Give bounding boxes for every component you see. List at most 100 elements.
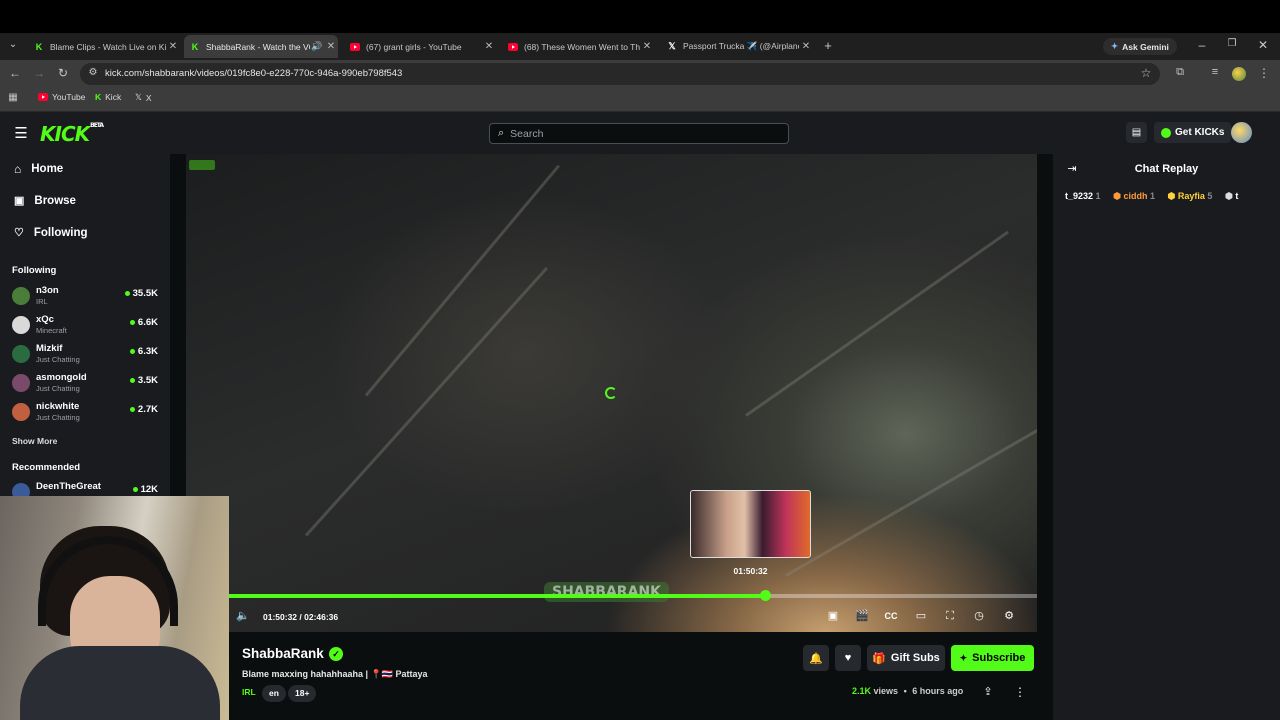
kick-logo[interactable]: KICKBETA — [40, 122, 104, 146]
verified-badge-icon: ✓ — [329, 647, 343, 661]
gift-subs-button[interactable]: 🎁 Gift Subs — [867, 645, 945, 671]
show-more-link[interactable]: Show More — [12, 436, 57, 446]
youtube-icon — [350, 42, 360, 52]
get-kicks-button[interactable]: Get KICKs — [1154, 122, 1232, 143]
layout-toggle-button[interactable]: ▤ — [1126, 122, 1147, 143]
tab-shabbarank[interactable]: K ShabbaRank - Watch the VOD 🔊 ✕ — [184, 35, 338, 58]
volume-icon[interactable]: 🔈 — [235, 608, 251, 624]
close-tab-icon[interactable]: ✕ — [482, 41, 496, 52]
video-player[interactable]: SHABBARANK — [186, 154, 1037, 632]
new-tab-icon[interactable]: + — [820, 38, 836, 53]
following-channel-xqc[interactable]: xQc Minecraft 6.6K — [12, 314, 162, 342]
theater-mode-icon[interactable]: ▭ — [913, 608, 929, 624]
tab-blame-clips[interactable]: K Blame Clips - Watch Live on Kick ✕ — [28, 35, 180, 58]
live-dot-icon — [129, 320, 135, 325]
site-info-icon[interactable]: ⚙ — [85, 67, 101, 78]
menu-kebab-icon[interactable]: ⋮ — [1256, 66, 1272, 80]
close-tab-icon[interactable]: ✕ — [640, 41, 654, 52]
gift-badge-icon: ⬢ — [1113, 191, 1121, 201]
tab-grant-girls[interactable]: (67) grant girls - YouTube ✕ — [344, 35, 496, 58]
tab-search-icon[interactable]: ⌄ — [5, 39, 21, 50]
gifter-name[interactable]: t_9232 — [1065, 191, 1093, 201]
recommended-heading: Recommended — [12, 462, 81, 473]
search-input[interactable]: ⌕ Search — [489, 123, 789, 144]
views-word: views — [873, 686, 899, 696]
live-dot-icon — [129, 378, 135, 383]
gift-badge-icon: ⬢ — [1224, 191, 1233, 201]
mini-player-icon[interactable]: ▣ — [825, 608, 841, 624]
webcam-overlay — [0, 496, 229, 720]
follow-heart-button[interactable]: ♥ — [835, 645, 861, 671]
share-icon[interactable]: ⇪ — [980, 685, 996, 698]
close-tab-icon[interactable]: ✕ — [324, 41, 338, 52]
fullscreen-icon[interactable]: ⛶ — [942, 608, 958, 624]
gemini-label: Ask Gemini — [1122, 41, 1169, 52]
hamburger-menu-icon[interactable]: ☰ — [13, 124, 29, 142]
chat-title: Chat Replay — [1134, 163, 1199, 175]
profile-avatar[interactable] — [1232, 67, 1246, 81]
mature-tag[interactable]: 18+ — [288, 685, 317, 702]
video-frame-detail — [745, 230, 1009, 417]
streamer-name[interactable]: ShabbaRank — [242, 646, 324, 661]
viewer-count: 12K — [132, 484, 158, 495]
apps-grid-icon[interactable]: ▦ — [5, 92, 21, 103]
avatar — [12, 345, 30, 363]
following-channel-n3on[interactable]: n3on IRL 35.5K — [12, 285, 162, 313]
close-tab-icon[interactable]: ✕ — [799, 41, 813, 52]
video-age: 6 hours ago — [912, 686, 964, 696]
language-tag[interactable]: en — [262, 685, 286, 702]
tab-title: ShabbaRank - Watch the VOD — [206, 41, 310, 52]
reload-icon[interactable]: ↻ — [55, 66, 71, 80]
kick-icon: K — [95, 92, 102, 102]
bookmark-kick[interactable]: K Kick — [95, 92, 121, 102]
bookmark-label: YouTube — [52, 92, 86, 102]
subscribe-label: Subscribe — [972, 652, 1026, 664]
gifter-name[interactable]: t — [1235, 191, 1238, 201]
more-options-icon[interactable]: ⋮ — [1012, 685, 1028, 699]
nav-following[interactable]: ♡ Following — [14, 226, 88, 240]
minimize-icon[interactable]: – — [1194, 38, 1210, 52]
nav-home[interactable]: ⌂ Home — [14, 162, 63, 176]
clip-icon[interactable]: 🎬 — [854, 608, 870, 624]
media-controls-icon[interactable]: ≡ — [1207, 66, 1223, 78]
avatar — [12, 316, 30, 334]
url-text[interactable]: kick.com/shabbarank/videos/019fc8e0-e228… — [105, 68, 402, 79]
channel-name: n3on — [36, 285, 59, 296]
browse-icon: ▣ — [14, 195, 25, 207]
live-dot-icon — [132, 487, 138, 492]
seek-bar[interactable] — [229, 590, 1037, 601]
youtube-icon — [508, 42, 518, 52]
close-window-icon[interactable]: ✕ — [1255, 38, 1271, 52]
gift-subs-label: Gift Subs — [890, 652, 940, 664]
following-channel-asmongold[interactable]: asmongold Just Chatting 3.5K — [12, 372, 162, 400]
following-channel-nickwhite[interactable]: nickwhite Just Chatting 2.7K — [12, 401, 162, 429]
bookmark-youtube[interactable]: YouTube — [38, 92, 85, 102]
bookmark-star-icon[interactable]: ☆ — [1138, 66, 1154, 80]
extensions-icon[interactable]: ⧉ — [1172, 66, 1188, 79]
maximize-icon[interactable]: ❐ — [1224, 38, 1240, 49]
forward-icon[interactable]: → — [31, 66, 47, 80]
following-channel-mizkif[interactable]: Mizkif Just Chatting 6.3K — [12, 343, 162, 371]
x-icon: 𝕏 — [135, 92, 142, 102]
captions-icon[interactable]: CC — [883, 608, 899, 624]
notification-bell-button[interactable]: 🔔 — [803, 645, 829, 671]
subscribe-button[interactable]: ✦ Subscribe — [951, 645, 1034, 671]
tab-these-women[interactable]: (68) These Women Went to Tha ✕ — [502, 35, 654, 58]
settings-gear-icon[interactable]: ⚙ — [1001, 608, 1017, 624]
audio-playing-icon[interactable]: 🔊 — [310, 41, 324, 52]
playback-speed-icon[interactable]: ◷ — [971, 608, 987, 624]
nav-browse[interactable]: ▣ Browse — [14, 194, 76, 208]
ask-gemini-button[interactable]: ✦ Ask Gemini — [1103, 38, 1177, 55]
heart-icon: ♥ — [844, 652, 852, 664]
category-tag[interactable]: IRL — [242, 687, 256, 697]
gifter-count: 5 — [1207, 191, 1213, 201]
bookmark-x[interactable]: 𝕏 X — [135, 92, 152, 103]
tab-title: (68) These Women Went to Tha — [524, 41, 640, 52]
back-icon[interactable]: ← — [7, 66, 23, 80]
gifter-name[interactable]: ciddh — [1123, 191, 1147, 201]
tab-passport-trucka[interactable]: 𝕏 Passport Trucka ✈️ (@Airplane ✕ — [661, 35, 813, 58]
gifter-name[interactable]: Rayfia — [1178, 191, 1205, 201]
following-heading: Following — [12, 265, 57, 276]
close-tab-icon[interactable]: ✕ — [166, 41, 180, 52]
user-avatar[interactable] — [1231, 122, 1252, 143]
